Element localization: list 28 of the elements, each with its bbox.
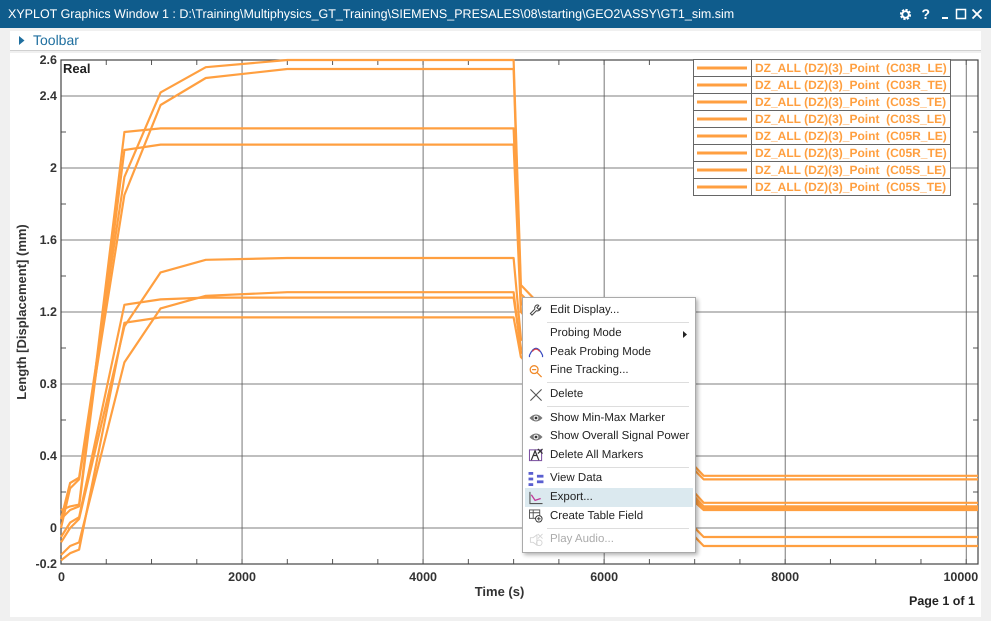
x-tick-label: 10000 [943,570,978,584]
x-axis-title: Time (s) [474,584,524,599]
legend-label: DZ_ALL (DZ)(3)_Point (C03R_LE) [755,60,947,74]
x-tick-label: 2000 [228,570,256,584]
y-tick-label: 1.6 [40,233,57,247]
y-axis-title: Length [Displacement] (mm) [14,224,29,400]
y-tick-label: 1.2 [40,305,57,319]
page-indicator: Page 1 of 1 [909,593,975,610]
x-tick-label: 4000 [409,570,437,584]
y-tick-label: -0.2 [35,557,57,571]
y-tick-label: 0 [50,521,57,535]
x-tick-label: 6000 [590,570,618,584]
y-tick-label: 2.6 [40,53,57,67]
legend-label: DZ_ALL (DZ)(3)_Point (C03S_LE) [755,112,946,126]
legend-label: DZ_ALL (DZ)(3)_Point (C05S_LE) [755,162,946,176]
plot-label: Real [63,61,90,76]
legend-label: DZ_ALL (DZ)(3)_Point (C03R_TE) [755,78,947,92]
y-tick-label: 0.4 [40,449,57,463]
y-tick-label: 0.8 [40,377,57,391]
y-tick-label: 2.4 [40,89,57,103]
x-tick-label: 0 [58,570,65,584]
legend-label: DZ_ALL (DZ)(3)_Point (C05S_TE) [755,180,946,194]
legend-label: DZ_ALL (DZ)(3)_Point (C05R_TE) [755,146,947,160]
legend-label: DZ_ALL (DZ)(3)_Point (C03S_TE) [755,94,946,108]
y-tick-label: 2 [50,161,57,175]
window-title: XYPLOT Graphics Window 1 : D:\Training\Multiphysics_GT_Training\SIEMENS_PRESALES\08\starting\GEO2\ASSY\GT1_sim.sim [8,6,734,23]
x-tick-label: 8000 [771,570,800,584]
legend-label: DZ_ALL (DZ)(3)_Point (C05R_LE) [755,128,947,142]
